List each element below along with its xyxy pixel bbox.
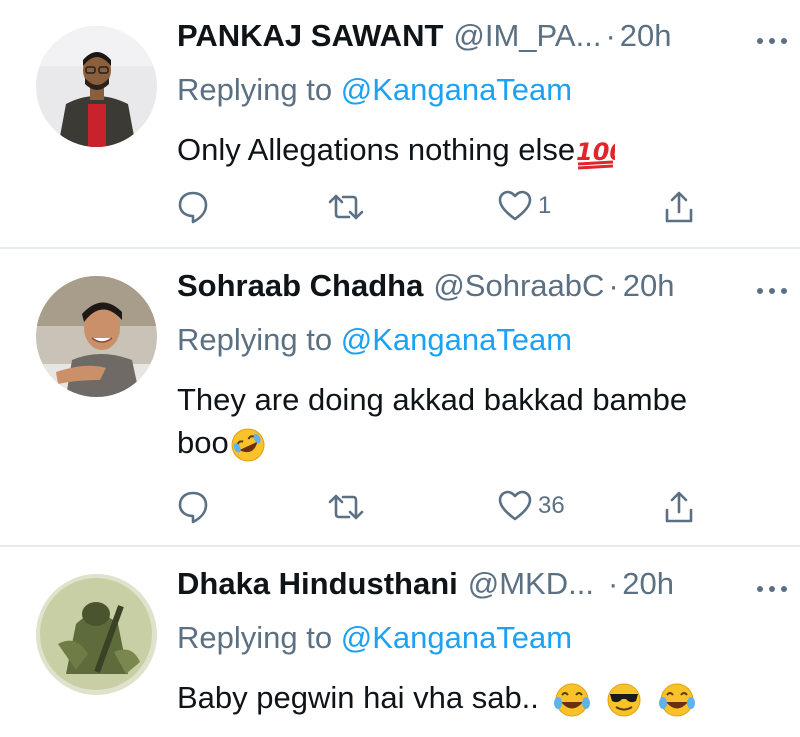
hundred-points-emoji: 100 <box>576 138 615 170</box>
tweet-divider <box>0 545 800 547</box>
display-name[interactable]: Dhaka Hindusthani <box>177 566 458 602</box>
tweet-divider <box>0 247 800 249</box>
heart-icon <box>498 190 532 221</box>
timestamp[interactable]: 20h <box>620 18 672 54</box>
tweet-header: Sohraab Chadha @SohraabC · 20h <box>177 268 674 312</box>
avatar-image <box>36 26 157 147</box>
reply-icon <box>178 191 208 224</box>
tweet-text: Baby pegwin hai vha sab.. <box>177 676 777 719</box>
user-handle[interactable]: @IM_PA... <box>453 18 601 54</box>
retweet-icon <box>328 194 364 220</box>
share-icon <box>665 491 693 523</box>
share-button[interactable] <box>664 490 694 524</box>
replying-to: Replying to @KanganaTeam <box>177 322 572 358</box>
mention-link[interactable]: @KanganaTeam <box>341 72 572 107</box>
tweet-sohraab[interactable]: Sohraab Chadha @SohraabC · 20h Replying … <box>0 268 800 544</box>
more-options-icon[interactable] <box>757 586 793 598</box>
tweet-body: Baby pegwin hai vha sab.. <box>177 680 539 715</box>
separator-dot: · <box>608 268 619 303</box>
more-options-icon[interactable] <box>757 38 793 50</box>
tweet-dhaka[interactable]: Dhaka Hindusthani @MKD... · 20h Replying… <box>0 566 800 737</box>
separator-dot: · <box>607 566 619 601</box>
heart-icon <box>498 490 532 521</box>
mention-link[interactable]: @KanganaTeam <box>341 322 572 357</box>
timestamp[interactable]: 20h <box>623 268 675 304</box>
avatar[interactable] <box>36 26 157 147</box>
share-icon <box>665 191 693 223</box>
user-handle[interactable]: @MKD... <box>468 566 594 602</box>
tweet-body-line-2: boo <box>177 425 229 460</box>
separator-dot: · <box>605 18 616 53</box>
retweet-button[interactable] <box>327 490 365 524</box>
reply-icon <box>178 491 208 524</box>
avatar-image <box>36 574 157 695</box>
sunglasses-face-emoji <box>607 683 641 717</box>
replying-prefix: Replying to <box>177 322 333 357</box>
like-count: 1 <box>538 192 552 219</box>
tweet-actions: 1 <box>177 190 717 230</box>
tweet-text: They are doing akkad bakkad bambe boo <box>177 378 777 464</box>
more-options-icon[interactable] <box>757 288 793 300</box>
share-button[interactable] <box>664 190 694 224</box>
tweet-header: Dhaka Hindusthani @MKD... · 20h <box>177 566 674 610</box>
tweet-pankaj[interactable]: PANKAJ SAWANT @IM_PA... · 20h Replying t… <box>0 18 800 248</box>
tears-of-joy-emoji <box>553 683 590 717</box>
display-name[interactable]: PANKAJ SAWANT <box>177 18 443 54</box>
replying-to: Replying to @KanganaTeam <box>177 72 572 108</box>
mention-link[interactable]: @KanganaTeam <box>341 620 572 655</box>
tweet-body-line-1: They are doing akkad bakkad bambe <box>177 382 688 417</box>
avatar-image <box>36 276 157 397</box>
like-count: 36 <box>538 492 565 519</box>
replying-to: Replying to @KanganaTeam <box>177 620 572 656</box>
retweet-icon <box>328 494 364 520</box>
replying-prefix: Replying to <box>177 72 333 107</box>
like-button[interactable]: 36 <box>498 490 565 522</box>
display-name[interactable]: Sohraab Chadha <box>177 268 423 304</box>
retweet-button[interactable] <box>327 190 365 224</box>
like-button[interactable]: 1 <box>498 190 551 222</box>
avatar[interactable] <box>36 276 157 397</box>
reply-button[interactable] <box>177 490 209 524</box>
tweet-body: Only Allegations nothing else <box>177 132 576 167</box>
tweet-header: PANKAJ SAWANT @IM_PA... · 20h <box>177 18 672 62</box>
timestamp[interactable]: 20h <box>622 566 674 602</box>
tweet-actions: 36 <box>177 490 717 530</box>
replying-prefix: Replying to <box>177 620 333 655</box>
avatar[interactable] <box>36 574 157 695</box>
user-handle[interactable]: @SohraabC <box>433 268 604 304</box>
rolling-on-floor-laughing-emoji <box>231 428 265 462</box>
reply-button[interactable] <box>177 190 209 224</box>
tweet-text: Only Allegations nothing else 100 <box>177 128 777 171</box>
tears-of-joy-emoji <box>658 683 695 717</box>
